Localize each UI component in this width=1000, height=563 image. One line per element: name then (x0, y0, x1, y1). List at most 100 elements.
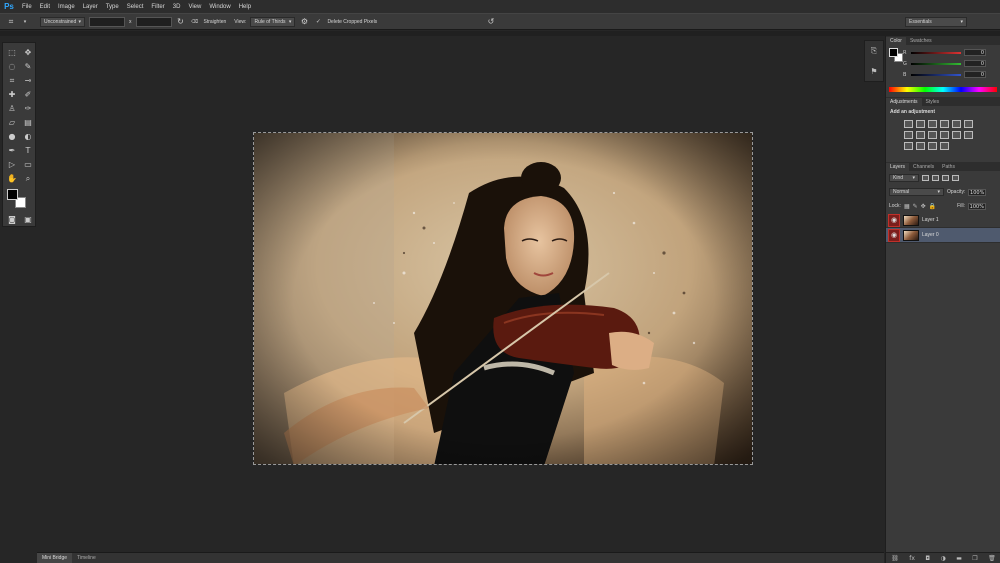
menu-layer[interactable]: Layer (79, 4, 102, 10)
green-value-field[interactable]: 0 (964, 60, 986, 67)
settings-gear-icon[interactable]: ⚙ (299, 17, 309, 27)
tab-mini-bridge[interactable]: Mini Bridge (37, 552, 73, 563)
clear-icon[interactable]: ⌫ (190, 17, 200, 27)
crop-height-input[interactable] (135, 16, 172, 27)
swap-icon[interactable]: ↻ (176, 17, 186, 27)
exposure-icon[interactable] (940, 120, 949, 128)
crop-width-input[interactable] (89, 16, 125, 27)
adjustment-icon[interactable]: ◑ (941, 555, 946, 562)
tab-swatches[interactable]: Swatches (906, 37, 936, 45)
fill-field[interactable]: 100% (967, 202, 986, 210)
filter-type-icon[interactable] (942, 175, 949, 181)
menu-file[interactable]: File (18, 4, 36, 10)
brush-tool-icon[interactable]: ✐ (21, 88, 35, 101)
menu-3d[interactable]: 3D (169, 4, 185, 10)
layer-row[interactable]: ◉ Layer 1 (886, 213, 1000, 228)
layer-kind-select[interactable]: Kind ▾ (889, 174, 919, 182)
crop-tool-icon[interactable]: ⌗ (5, 74, 19, 87)
zoom-tool-icon[interactable]: ⌕ (21, 172, 35, 185)
tab-paths[interactable]: Paths (938, 163, 959, 171)
color-spectrum-bar[interactable] (889, 87, 997, 92)
eye-icon[interactable]: ◉ (888, 228, 900, 242)
photo-filter-icon[interactable] (928, 131, 937, 139)
brightness-icon[interactable] (904, 120, 913, 128)
lasso-tool-icon[interactable]: ◌ (5, 60, 19, 73)
tab-timeline[interactable]: Timeline (72, 553, 101, 563)
eyedropper-tool-icon[interactable]: ⊸ (21, 74, 35, 87)
screen-mode-icon[interactable]: ▣ (21, 213, 35, 226)
fx-icon[interactable]: fx (909, 555, 915, 562)
channel-mixer-icon[interactable] (940, 131, 949, 139)
menu-help[interactable]: Help (235, 4, 255, 10)
move-tool-icon[interactable]: ✥ (21, 46, 35, 59)
vibrance-icon[interactable] (952, 120, 961, 128)
trash-icon[interactable]: 🗑 (988, 555, 996, 562)
menu-view[interactable]: View (184, 4, 205, 10)
gradient-tool-icon[interactable]: ▤ (21, 116, 35, 129)
color-lookup-icon[interactable] (952, 131, 961, 139)
opacity-field[interactable]: 100% (968, 188, 987, 196)
curves-icon[interactable] (928, 120, 937, 128)
workspace-select[interactable]: Essentials ▾ (905, 17, 967, 27)
history-brush-icon[interactable]: ✑ (21, 102, 35, 115)
document-canvas-image[interactable] (253, 132, 753, 465)
levels-icon[interactable] (916, 120, 925, 128)
menu-filter[interactable]: Filter (147, 4, 168, 10)
posterize-icon[interactable] (904, 142, 913, 150)
invert-icon[interactable] (964, 131, 973, 139)
hand-tool-icon[interactable]: ✋ (5, 172, 19, 185)
link-icon[interactable]: ⛓ (891, 555, 899, 562)
tab-adjustments[interactable]: Adjustments (886, 98, 922, 106)
straighten-button[interactable]: Straighten (204, 19, 227, 25)
fg-color-chip[interactable] (889, 48, 898, 57)
blur-tool-icon[interactable]: ● (5, 130, 19, 143)
lock-position-icon[interactable]: ✥ (921, 203, 926, 210)
dodge-tool-icon[interactable]: ◐ (21, 130, 35, 143)
selective-color-icon[interactable] (928, 142, 937, 150)
eye-icon[interactable]: ◉ (888, 213, 900, 227)
menu-window[interactable]: Window (205, 4, 234, 10)
mask-icon[interactable]: ◘ (925, 555, 930, 562)
ratio-select[interactable]: Unconstrained ▾ (40, 16, 85, 27)
crop-tool-icon[interactable]: ⌗ (6, 17, 16, 27)
tab-layers[interactable]: Layers (886, 163, 910, 171)
tool-preset-chevron-icon[interactable]: ▾ (20, 17, 30, 27)
path-select-tool-icon[interactable]: ▷ (5, 158, 19, 171)
eraser-tool-icon[interactable]: ▱ (5, 116, 19, 129)
filter-adjustment-icon[interactable] (932, 175, 939, 181)
blend-mode-select[interactable]: Normal ▾ (889, 188, 944, 196)
delete-cropped-checkbox[interactable]: ✓ (313, 17, 323, 27)
color-balance-icon[interactable] (904, 131, 913, 139)
filter-shape-icon[interactable] (952, 175, 959, 181)
reset-icon[interactable]: ↺ (486, 17, 496, 27)
lock-all-icon[interactable]: 🔒 (929, 203, 936, 210)
red-value-field[interactable]: 0 (964, 49, 986, 56)
black-white-icon[interactable] (916, 131, 925, 139)
pen-tool-icon[interactable]: ✒ (5, 144, 19, 157)
tab-styles[interactable]: Styles (922, 98, 944, 106)
overlay-select[interactable]: Rule of Thirds ▾ (250, 16, 296, 27)
folder-icon[interactable]: ▬ (956, 555, 962, 562)
properties-panel-icon[interactable]: ⚑ (865, 61, 883, 81)
green-slider[interactable] (911, 62, 961, 65)
filter-pixel-icon[interactable] (922, 175, 929, 181)
menu-edit[interactable]: Edit (36, 4, 54, 10)
layer-row-selected[interactable]: ◉ Layer 0 (886, 228, 1000, 243)
menu-type[interactable]: Type (102, 4, 123, 10)
blue-value-field[interactable]: 0 (964, 71, 986, 78)
rectangle-tool-icon[interactable]: ▭ (21, 158, 35, 171)
lock-pixels-icon[interactable]: ▦ (904, 203, 910, 210)
tab-color[interactable]: Color (886, 37, 906, 45)
gradient-map-icon[interactable] (940, 142, 949, 150)
new-layer-icon[interactable]: ❐ (972, 555, 977, 562)
quick-mask-icon[interactable]: ◙ (5, 213, 19, 226)
menu-image[interactable]: Image (54, 4, 79, 10)
menu-select[interactable]: Select (123, 4, 148, 10)
clone-stamp-icon[interactable]: ♙ (5, 102, 19, 115)
red-slider[interactable] (911, 51, 961, 54)
marquee-tool-icon[interactable]: ⬚ (5, 46, 19, 59)
lock-paint-icon[interactable]: ✎ (913, 203, 918, 210)
tab-channels[interactable]: Channels (909, 163, 938, 171)
history-panel-icon[interactable]: ⎘ (865, 41, 883, 61)
blue-slider[interactable] (911, 73, 961, 76)
